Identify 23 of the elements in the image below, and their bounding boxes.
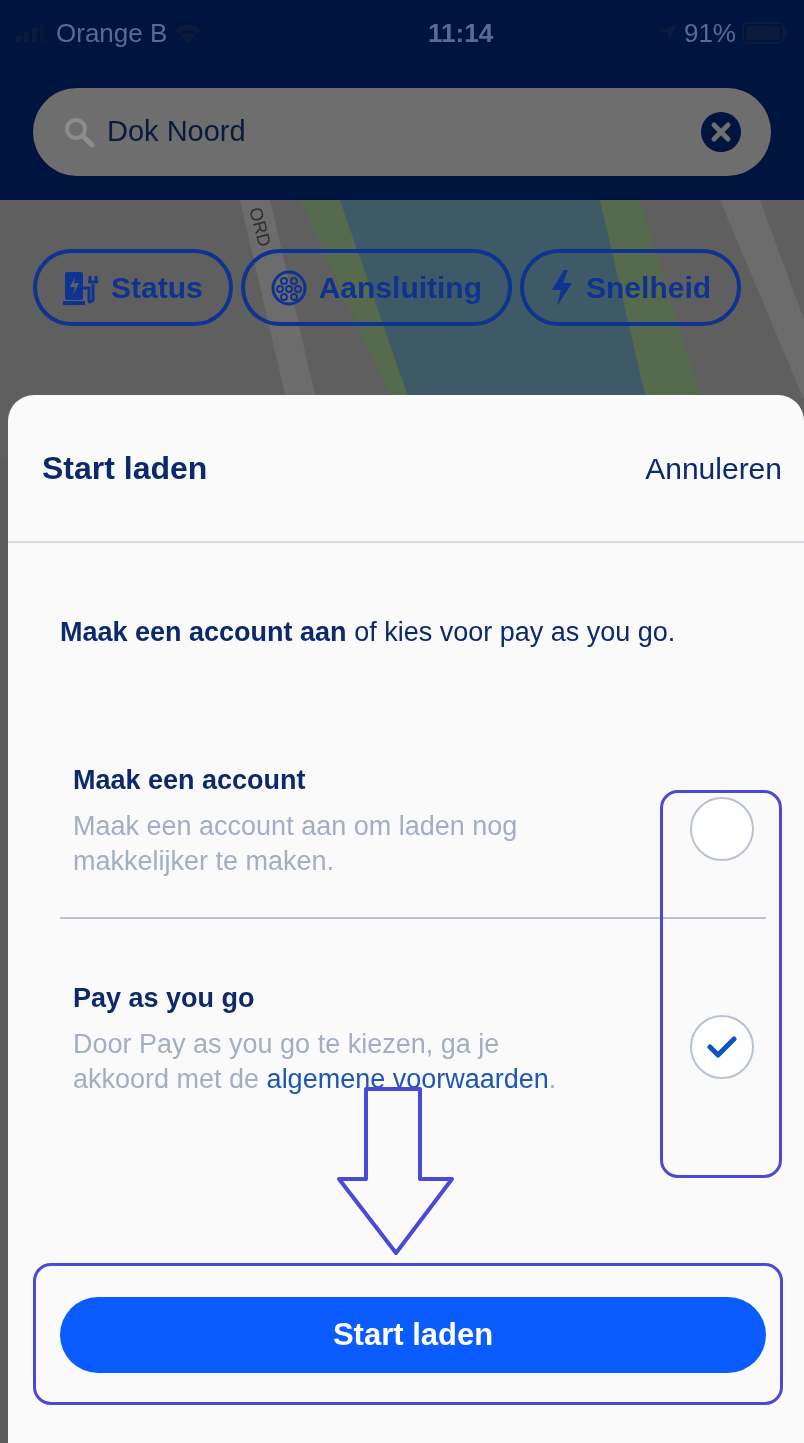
search-icon [63, 116, 95, 148]
clock-time: 11:14 [428, 16, 494, 50]
charging-station-icon [63, 269, 99, 306]
check-icon [707, 1035, 737, 1059]
search-field[interactable]: Dok Noord [33, 88, 771, 176]
clear-icon[interactable] [701, 112, 741, 152]
sheet-title: Start laden [42, 449, 208, 488]
filter-chip[interactable]: Status [33, 249, 233, 326]
street-label: ORD [244, 204, 276, 251]
start-charging-button[interactable]: Start laden [60, 1297, 766, 1373]
lightning-icon [550, 269, 575, 306]
intro-text: Maak een account aan of kies voor pay as you go. [59, 616, 677, 649]
connector-icon [270, 269, 307, 306]
terms-link[interactable]: algemene voorwaarden [266, 1064, 549, 1094]
option-description: Maak een account aan om laden nog makkelijker te maken. [73, 810, 519, 878]
cancel-button[interactable]: Annuleren [645, 445, 782, 491]
option-title: Pay as you go [73, 982, 256, 1015]
filter-chip[interactable]: Snelheid [520, 249, 742, 326]
search-value: Dok Noord [107, 114, 247, 150]
option-title: Maak een account [73, 764, 307, 797]
carrier-name: Orange B [56, 16, 168, 50]
battery-percentage: 91% [683, 16, 736, 50]
option-description: Door Pay as you go te kiezen, ga je akkoord met de algemene voorwaarden. [73, 1028, 558, 1096]
